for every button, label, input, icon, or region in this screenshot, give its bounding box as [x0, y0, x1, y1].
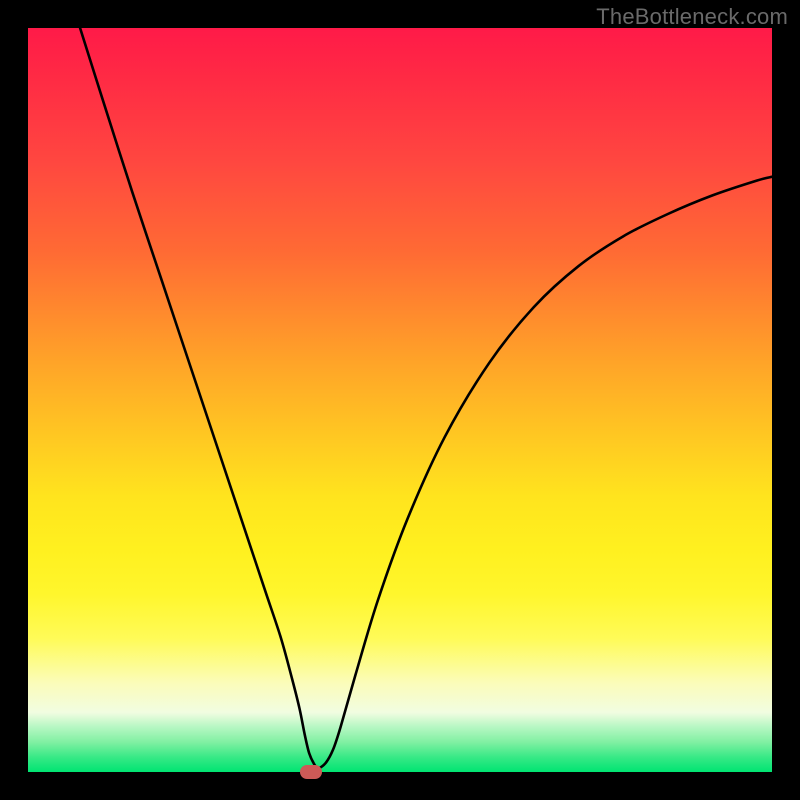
chart-frame: TheBottleneck.com [0, 0, 800, 800]
watermark-text: TheBottleneck.com [596, 4, 788, 30]
bottleneck-curve [80, 28, 772, 768]
plot-area [28, 28, 772, 772]
minimum-marker [300, 765, 322, 779]
curve-svg [28, 28, 772, 772]
